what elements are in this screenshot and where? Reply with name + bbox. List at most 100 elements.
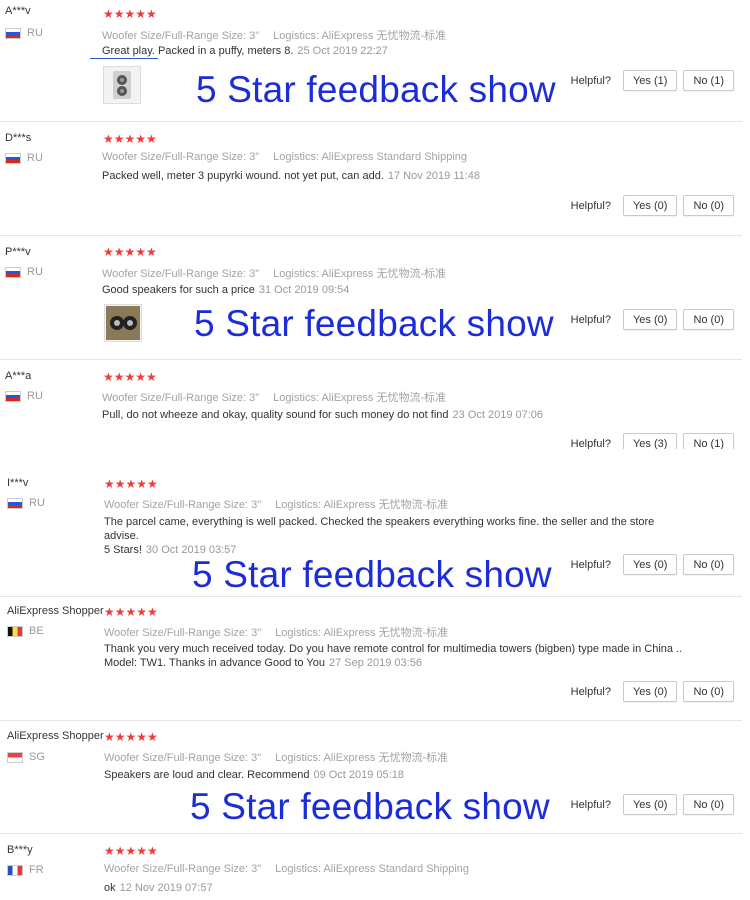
review-body: The parcel came, everything is well pack… (104, 516, 655, 542)
logistics: Logistics: AliExpress Standard Shipping (273, 151, 468, 163)
helpful-votes: Helpful? Yes (0) No (0) (571, 554, 734, 575)
country-code: RU (27, 266, 43, 278)
woofer-size: Woofer Size/Full-Range Size: 3" (104, 863, 262, 875)
review-text: The parcel came, everything is well pack… (104, 515, 684, 557)
helpful-label: Helpful? (570, 798, 611, 811)
helpful-label: Helpful? (570, 313, 611, 326)
country-code: FR (29, 864, 44, 876)
rating-stars: ★★★★★ (103, 7, 157, 21)
review-body: ok (104, 882, 116, 894)
helpful-yes-button[interactable]: Yes (0) (622, 309, 678, 330)
review-date: 23 Oct 2019 07:06 (452, 409, 544, 421)
review-text: Good speakers for such a price 31 Oct 201… (102, 283, 349, 297)
review-item: B***y FR ★★★★★ Woofer Size/Full-Range Si… (0, 833, 742, 900)
reviewer-country: FR (7, 864, 44, 876)
rating-stars: ★★★★★ (103, 132, 157, 146)
logistics: Logistics: AliExpress Standard Shipping (275, 863, 470, 875)
country-code: RU (27, 27, 43, 39)
helpful-no-button[interactable]: No (0) (683, 681, 734, 702)
helpful-votes: Helpful? Yes (3) No (1) (571, 433, 734, 449)
flag-ru-icon (7, 497, 23, 509)
rating-stars: ★★★★★ (103, 245, 157, 259)
rating-stars: ★★★★★ (104, 844, 158, 858)
reviewer-name: AliExpress Shopper (7, 730, 104, 742)
review-date: 25 Oct 2019 22:27 (297, 45, 388, 57)
helpful-no-button[interactable]: No (1) (683, 433, 734, 449)
reviewer-name: A***a (5, 370, 32, 382)
flag-ru-icon (5, 390, 21, 402)
helpful-no-button[interactable]: No (0) (683, 309, 734, 330)
text-underline (90, 58, 158, 59)
speaker-photo-icon (106, 306, 140, 340)
woofer-size: Woofer Size/Full-Range Size: 3" (102, 392, 260, 404)
review-meta: Woofer Size/Full-Range Size: 3" Logistics… (104, 624, 448, 640)
country-code: RU (27, 390, 43, 402)
logistics: Logistics: AliExpress 无忧物流-标准 (273, 30, 447, 42)
review-photo-thumbnail[interactable] (103, 66, 141, 104)
country-code: SG (29, 751, 45, 763)
rating-stars: ★★★★★ (104, 477, 158, 491)
review-photo-thumbnail[interactable] (104, 304, 142, 342)
logistics: Logistics: AliExpress 无忧物流-标准 (275, 627, 449, 639)
helpful-votes: Helpful? Yes (1) No (1) (571, 70, 734, 91)
review-meta: Woofer Size/Full-Range Size: 3" Logistics… (102, 389, 446, 405)
review-text: Pull, do not wheeze and okay, quality so… (102, 408, 543, 422)
helpful-votes: Helpful? Yes (0) No (0) (571, 309, 734, 330)
review-body-line2: Model: TW1. Thanks in advance Good to Yo… (104, 657, 325, 669)
helpful-yes-button[interactable]: Yes (0) (622, 681, 678, 702)
review-body: Thank you very much received today. Do y… (104, 643, 683, 655)
review-body: Pull, do not wheeze and okay, quality so… (102, 409, 449, 421)
review-item: AliExpress Shopper BE ★★★★★ Woofer Size/… (0, 596, 742, 721)
woofer-size: Woofer Size/Full-Range Size: 3" (102, 151, 260, 163)
flag-sg-icon (7, 751, 23, 763)
reviewer-name: A***v (5, 5, 31, 17)
reviewer-country: SG (7, 751, 45, 763)
review-body: Speakers are loud and clear. Recommend (104, 769, 310, 781)
reviewer-name: I***v (7, 477, 29, 489)
helpful-yes-button[interactable]: Yes (0) (622, 794, 678, 815)
helpful-votes: Helpful? Yes (0) No (0) (571, 195, 734, 216)
helpful-label: Helpful? (570, 74, 611, 87)
logistics: Logistics: AliExpress 无忧物流-标准 (275, 499, 449, 511)
helpful-no-button[interactable]: No (0) (683, 554, 734, 575)
logistics: Logistics: AliExpress 无忧物流-标准 (275, 752, 449, 764)
helpful-yes-button[interactable]: Yes (1) (622, 70, 678, 91)
review-meta: Woofer Size/Full-Range Size: 3" Logistics… (104, 749, 448, 765)
review-item: I***v RU ★★★★★ Woofer Size/Full-Range Si… (0, 466, 742, 597)
helpful-label: Helpful? (570, 199, 611, 212)
reviewer-country: RU (5, 266, 43, 278)
flag-fr-icon (7, 864, 23, 876)
review-meta: Woofer Size/Full-Range Size: 3" Logistics… (104, 863, 469, 875)
helpful-yes-button[interactable]: Yes (0) (622, 195, 678, 216)
reviewer-country: RU (5, 152, 43, 164)
watermark-text: 5 Star feedback show (190, 786, 550, 827)
review-item: P***v RU ★★★★★ Woofer Size/Full-Range Si… (0, 235, 742, 360)
review-text: Great play. Packed in a puffy, meters 8.… (102, 44, 388, 58)
logistics: Logistics: AliExpress 无忧物流-标准 (273, 268, 447, 280)
woofer-size: Woofer Size/Full-Range Size: 3" (102, 268, 260, 280)
woofer-size: Woofer Size/Full-Range Size: 3" (104, 499, 262, 511)
helpful-votes: Helpful? Yes (0) No (0) (571, 794, 734, 815)
review-body: Packed well, meter 3 pupyrki wound. not … (102, 170, 384, 182)
reviewer-name: B***y (7, 844, 33, 856)
rating-stars: ★★★★★ (103, 370, 157, 384)
review-date: 27 Sep 2019 03:56 (328, 657, 422, 669)
reviewer-country: RU (5, 390, 43, 402)
helpful-no-button[interactable]: No (0) (683, 794, 734, 815)
woofer-size: Woofer Size/Full-Range Size: 3" (104, 627, 262, 639)
helpful-no-button[interactable]: No (1) (683, 70, 734, 91)
review-body: Good speakers for such a price (102, 284, 255, 296)
review-meta: Woofer Size/Full-Range Size: 3" Logistics… (102, 151, 467, 163)
helpful-label: Helpful? (570, 685, 611, 698)
country-code: RU (29, 497, 45, 509)
review-meta: Woofer Size/Full-Range Size: 3" Logistics… (104, 496, 448, 512)
helpful-yes-button[interactable]: Yes (0) (622, 554, 678, 575)
review-date: 17 Nov 2019 11:48 (387, 170, 481, 182)
helpful-yes-button[interactable]: Yes (3) (622, 433, 678, 449)
review-text: Speakers are loud and clear. Recommend 09… (104, 768, 404, 782)
reviewer-country: BE (7, 625, 44, 637)
watermark-text: 5 Star feedback show (196, 69, 556, 110)
logistics: Logistics: AliExpress 无忧物流-标准 (273, 392, 447, 404)
helpful-no-button[interactable]: No (0) (683, 195, 734, 216)
review-item: AliExpress Shopper SG ★★★★★ Woofer Size/… (0, 720, 742, 834)
